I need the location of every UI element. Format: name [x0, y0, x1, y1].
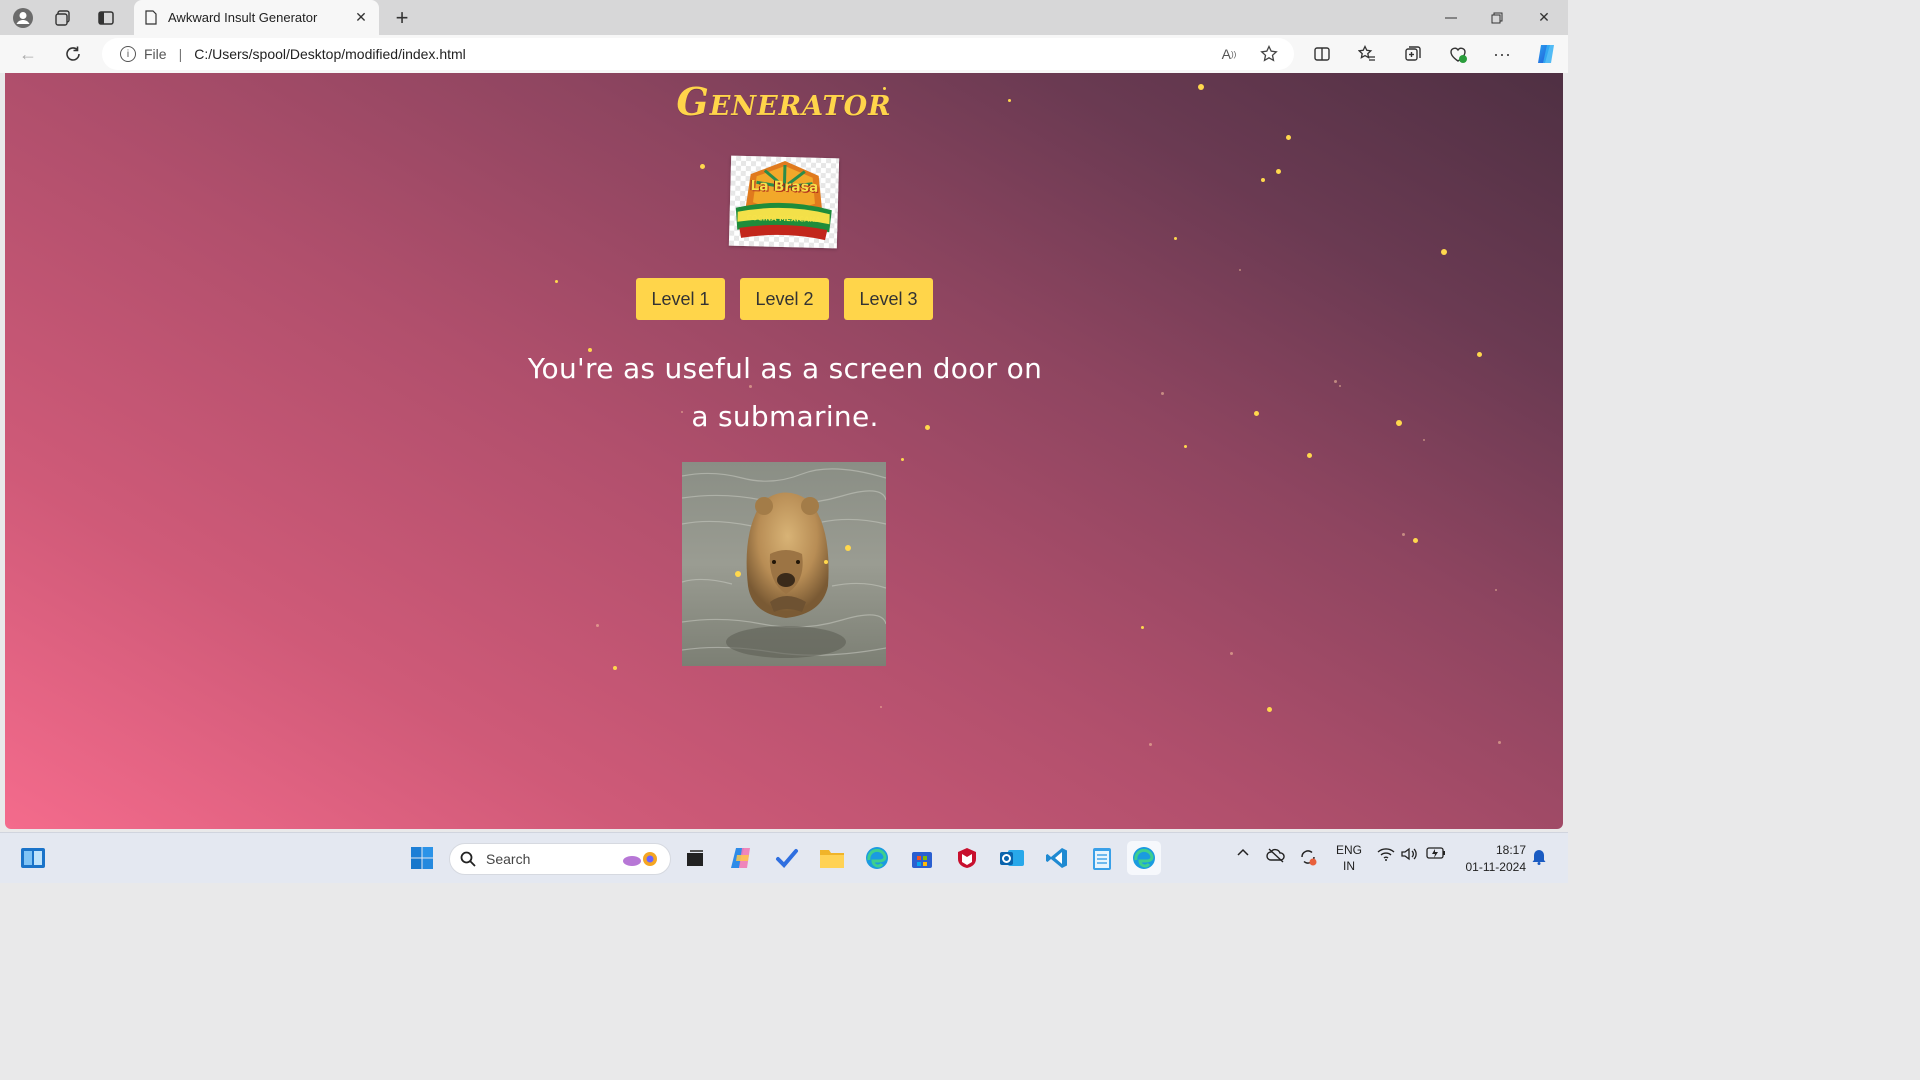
refresh-icon[interactable] — [58, 40, 88, 68]
widgets-icon[interactable] — [16, 841, 50, 875]
sparkle-dot — [1161, 392, 1164, 395]
level-1-button[interactable]: Level 1 — [636, 278, 725, 320]
browser-titlebar: Awkward Insult Generator ✕ + ✕ — [0, 0, 1568, 35]
insult-text: You're as useful as a screen door on a s… — [527, 352, 1043, 433]
favorites-icon[interactable] — [1352, 40, 1382, 68]
language-code: ENG — [1335, 843, 1362, 857]
region-code: IN — [1343, 859, 1355, 873]
clock-time: 18:17 — [1495, 843, 1526, 857]
sparkle-dot — [1254, 411, 1259, 416]
page-viewport: Generator La Brasa COCINA MEXICANA Level… — [5, 73, 1563, 829]
system-clock[interactable]: 18:17 01-11-2024 — [1456, 842, 1527, 876]
more-options-icon[interactable]: ··· — [1487, 40, 1517, 68]
sparkle-dot — [1276, 169, 1281, 174]
copilot-sidebar-icon[interactable] — [1531, 40, 1561, 68]
minimize-icon[interactable] — [1428, 0, 1474, 35]
clock-date: 01-11-2024 — [1465, 860, 1527, 874]
start-icon[interactable] — [405, 841, 439, 875]
address-prefix: File — [144, 46, 167, 62]
sparkle-dot — [1423, 439, 1425, 441]
close-tab-icon[interactable]: ✕ — [351, 8, 371, 28]
sparkle-dot — [1413, 538, 1418, 543]
level-2-button[interactable]: Level 2 — [740, 278, 829, 320]
sparkle-dot — [1307, 453, 1312, 458]
collections-icon[interactable] — [1398, 40, 1428, 68]
sync-icon[interactable] — [1298, 847, 1318, 867]
address-bar[interactable]: i File | C:/Users/spool/Desktop/modified… — [102, 38, 1294, 70]
sparkle-dot — [1495, 589, 1497, 591]
task-view-icon[interactable] — [678, 841, 712, 875]
store-icon[interactable] — [905, 841, 939, 875]
read-aloud-icon[interactable]: A)) — [1216, 42, 1242, 66]
search-highlight-icon — [620, 849, 660, 869]
battery-icon[interactable] — [1426, 847, 1446, 859]
sparkle-dot — [1334, 380, 1337, 383]
sparkle-dot — [1141, 626, 1144, 629]
volume-icon[interactable] — [1401, 847, 1419, 861]
close-window-icon[interactable]: ✕ — [1521, 0, 1567, 35]
page-icon — [144, 10, 158, 26]
input-language[interactable]: ENG IN — [1332, 842, 1366, 874]
search-placeholder: Search — [486, 851, 531, 867]
split-screen-icon[interactable] — [1307, 40, 1337, 68]
bear-photo — [682, 462, 886, 666]
onedrive-icon[interactable] — [1266, 847, 1286, 863]
sparkle-dot — [1174, 237, 1177, 240]
wifi-icon[interactable] — [1377, 847, 1395, 861]
workspaces-icon[interactable] — [50, 5, 76, 31]
mcafee-icon[interactable] — [950, 841, 984, 875]
edge-icon[interactable] — [860, 841, 894, 875]
sparkle-dot — [1339, 385, 1341, 387]
sparkle-dot — [1498, 741, 1501, 744]
back-icon[interactable]: ← — [13, 40, 43, 68]
restaurant-logo: La Brasa COCINA MEXICANA — [728, 155, 840, 249]
outlook-icon[interactable] — [995, 841, 1029, 875]
sparkle-dot — [1286, 135, 1291, 140]
sparkle-dot — [1267, 707, 1272, 712]
sparkle-dot — [1477, 352, 1482, 357]
search-icon — [460, 851, 476, 867]
notepad-icon[interactable] — [1085, 841, 1119, 875]
profile-icon[interactable] — [10, 5, 36, 31]
tab-title: Awkward Insult Generator — [168, 10, 318, 25]
show-hidden-icons-icon[interactable] — [1236, 847, 1250, 857]
sparkle-dot — [1184, 445, 1187, 448]
file-explorer-icon[interactable] — [815, 841, 849, 875]
notifications-bell-icon[interactable] — [1531, 847, 1547, 865]
todo-icon[interactable] — [770, 841, 804, 875]
favorite-star-icon[interactable] — [1256, 42, 1282, 66]
sparkle-dot — [1239, 269, 1241, 271]
level-buttons: Level 1 Level 2 Level 3 — [636, 278, 933, 320]
browser-toolbar: ← i File | C:/Users/spool/Desktop/modifi… — [0, 35, 1568, 73]
site-info-icon[interactable]: i — [120, 46, 136, 62]
new-tab-icon[interactable]: + — [389, 5, 415, 31]
address-separator: | — [178, 46, 183, 62]
sparkle-dot — [596, 624, 599, 627]
sparkle-dot — [1441, 249, 1447, 255]
sparkle-dot — [1396, 420, 1402, 426]
vertical-tabs-icon[interactable] — [93, 5, 119, 31]
copilot-icon[interactable] — [724, 841, 758, 875]
edge-active-icon[interactable] — [1127, 841, 1161, 875]
sparkle-dot — [1230, 652, 1233, 655]
vscode-icon[interactable] — [1040, 841, 1074, 875]
restore-icon[interactable] — [1474, 0, 1520, 35]
level-3-button[interactable]: Level 3 — [844, 278, 933, 320]
browser-essentials-icon[interactable] — [1443, 40, 1473, 68]
page-title: Generator — [676, 79, 892, 124]
sparkle-dot — [1402, 533, 1405, 536]
tab-active[interactable]: Awkward Insult Generator ✕ — [134, 0, 379, 35]
logo-text: La Brasa — [750, 178, 819, 196]
taskbar-search[interactable]: Search — [449, 843, 671, 875]
sparkle-dot — [1261, 178, 1265, 182]
sparkle-dot — [555, 280, 558, 283]
address-url[interactable]: C:/Users/spool/Desktop/modified/index.ht… — [194, 46, 466, 62]
sparkle-dot — [613, 666, 617, 670]
sparkle-dot — [1149, 743, 1152, 746]
windows-taskbar: Search ENG IN 18:17 01-11-2024 — [0, 832, 1568, 883]
sparkle-dot — [880, 706, 882, 708]
sparkle-dot — [901, 458, 904, 461]
sparkle-dot — [700, 164, 705, 169]
